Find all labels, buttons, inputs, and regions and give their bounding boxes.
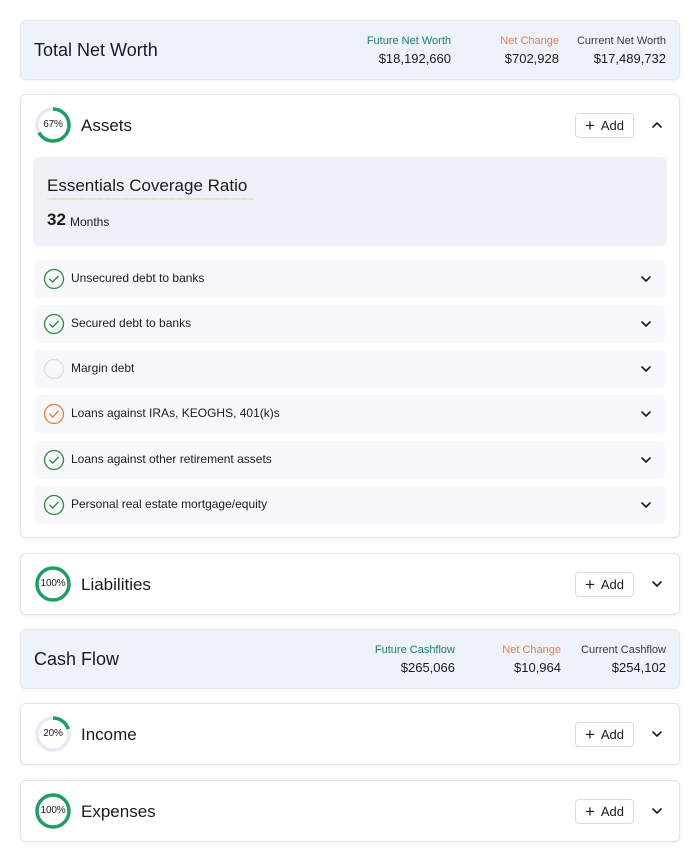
metric-label: Net Change xyxy=(500,35,559,47)
item-label: Margin debt xyxy=(71,361,135,375)
cash-flow-summary: Cash Flow Future Cashflow $265,066 Net C… xyxy=(20,629,680,689)
item-label: Loans against IRAs, KEOGHS, 401(k)s xyxy=(71,406,280,420)
future-cashflow-metric: Future Cashflow $265,066 xyxy=(375,644,455,677)
check-circle-icon xyxy=(43,268,65,290)
expenses-title: Expenses xyxy=(81,802,156,821)
coverage-value: 32 xyxy=(47,210,66,229)
status-icon-svg xyxy=(43,358,65,380)
warning-check-circle-icon xyxy=(43,403,65,425)
net-worth-summary: Total Net Worth Future Net Worth $18,192… xyxy=(20,20,680,80)
net-worth-title: Total Net Worth xyxy=(34,40,158,60)
chevron-down-icon[interactable] xyxy=(639,272,653,286)
metric-label: Net Change xyxy=(502,644,561,656)
metric-label: Current Net Worth xyxy=(576,35,666,47)
income-progress-ring: 20% xyxy=(34,715,72,753)
status-icon-svg xyxy=(43,494,65,516)
chevron-down-icon[interactable] xyxy=(639,453,653,467)
current-net-worth-metric: Current Net Worth $17,489,732 xyxy=(577,35,666,68)
liabilities-title: Liabilities xyxy=(81,575,151,594)
add-label: Add xyxy=(600,118,625,133)
expenses-panel: 100% Expenses + Add xyxy=(20,780,680,842)
current-cashflow-metric: Current Cashflow $254,102 xyxy=(581,644,666,677)
check-circle-icon xyxy=(43,449,65,471)
income-title: Income xyxy=(81,725,137,744)
add-label: Add xyxy=(600,804,625,819)
list-item[interactable]: Loans against other retirement assets xyxy=(35,441,665,479)
chevron-up-icon[interactable] xyxy=(650,118,664,132)
plus-icon: + xyxy=(584,801,595,821)
essentials-coverage-card: Essentials Coverage Ratio 32 Months xyxy=(33,157,667,246)
chevron-down-icon[interactable] xyxy=(639,498,653,512)
net-change-metric: Net Change $10,964 xyxy=(502,644,561,677)
progress-label: 100% xyxy=(40,805,66,816)
metric-value: $254,102 xyxy=(611,660,666,675)
item-label: Secured debt to banks xyxy=(71,316,192,330)
plus-icon: + xyxy=(584,115,595,135)
coverage-unit: Months xyxy=(70,215,110,229)
chevron-down-icon[interactable] xyxy=(639,317,653,331)
chevron-down-icon[interactable] xyxy=(639,407,653,421)
check-circle-icon xyxy=(43,313,65,335)
progress-label: 20% xyxy=(43,728,63,739)
assets-progress-ring: 67% xyxy=(34,106,72,144)
assets-title: Assets xyxy=(81,116,133,135)
spellcheck-underline xyxy=(47,198,253,200)
metric-label: Future Cashflow xyxy=(374,644,455,656)
income-panel: 20% Income + Add xyxy=(20,703,680,765)
cash-flow-title: Cash Flow xyxy=(34,649,120,669)
chevron-down-icon[interactable] xyxy=(639,362,653,376)
item-label: Loans against other retirement assets xyxy=(71,452,272,466)
metric-value: $10,964 xyxy=(514,660,561,675)
future-net-worth-metric: Future Net Worth $18,192,660 xyxy=(367,35,451,68)
metric-value: $702,928 xyxy=(504,51,559,66)
empty-circle-icon xyxy=(43,358,65,380)
list-item[interactable]: Secured debt to banks xyxy=(35,305,665,343)
item-label: Personal real estate mortgage/equity xyxy=(71,497,268,511)
metric-label: Future Net Worth xyxy=(366,35,451,47)
check-circle-icon xyxy=(43,494,65,516)
liabilities-progress-ring: 100% xyxy=(34,565,72,603)
add-income-button[interactable]: + Add xyxy=(575,722,634,747)
metric-value: $17,489,732 xyxy=(593,51,666,66)
status-icon-svg xyxy=(43,268,65,290)
progress-label: 100% xyxy=(40,578,66,589)
progress-label: 67% xyxy=(43,119,63,130)
status-icon-svg xyxy=(43,313,65,335)
add-expense-button[interactable]: + Add xyxy=(575,799,634,824)
chevron-down-icon[interactable] xyxy=(650,804,664,818)
expenses-progress-ring: 100% xyxy=(34,792,72,830)
list-item[interactable]: Unsecured debt to banks xyxy=(35,260,665,298)
list-item[interactable]: Margin debt xyxy=(35,350,665,388)
chevron-down-icon[interactable] xyxy=(650,577,664,591)
net-change-metric: Net Change $702,928 xyxy=(500,35,559,68)
list-item[interactable]: Loans against IRAs, KEOGHS, 401(k)s xyxy=(35,395,665,433)
metric-label: Current Cashflow xyxy=(581,644,666,656)
plus-icon: + xyxy=(584,574,595,594)
add-label: Add xyxy=(600,577,625,592)
liabilities-panel: 100% Liabilities + Add xyxy=(20,553,680,615)
metric-value: $18,192,660 xyxy=(378,51,451,66)
coverage-title: Essentials Coverage Ratio xyxy=(47,176,248,195)
assets-panel: 67% Assets + Add Essentials Coverage Rat… xyxy=(20,94,680,538)
status-icon-svg xyxy=(43,449,65,471)
add-asset-button[interactable]: + Add xyxy=(575,113,634,138)
add-label: Add xyxy=(600,727,625,742)
list-item[interactable]: Personal real estate mortgage/equity xyxy=(35,486,665,524)
plus-icon: + xyxy=(584,724,595,744)
add-liability-button[interactable]: + Add xyxy=(575,572,634,597)
chevron-down-icon[interactable] xyxy=(650,727,664,741)
status-icon-svg xyxy=(43,403,65,425)
metric-value: $265,066 xyxy=(400,660,455,675)
item-label: Unsecured debt to banks xyxy=(71,271,205,285)
